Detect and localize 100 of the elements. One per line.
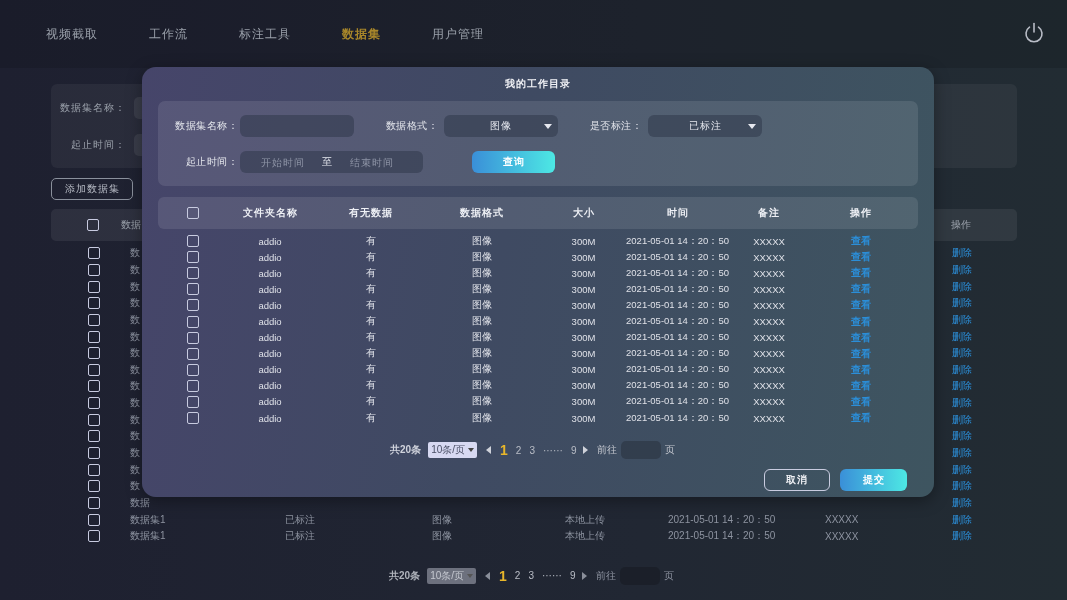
view-link[interactable]: 查看 — [851, 282, 871, 297]
checkbox[interactable] — [186, 412, 199, 425]
field-label: 起止时间： — [70, 137, 126, 152]
delete-link[interactable]: 删除 — [952, 330, 972, 342]
delete-link[interactable]: 删除 — [952, 430, 972, 442]
page-size-select[interactable]: 10条/页 — [427, 567, 477, 584]
view-link[interactable]: 查看 — [851, 250, 871, 265]
annotation-select[interactable]: 已标注 — [648, 115, 762, 137]
power-icon[interactable] — [1023, 22, 1045, 44]
submit-button[interactable]: 提交 — [840, 469, 907, 492]
checkbox[interactable] — [87, 513, 100, 526]
view-link[interactable]: 查看 — [851, 330, 871, 345]
nav-tab[interactable]: 数据集 — [342, 25, 381, 43]
page-number[interactable]: 3 — [529, 444, 535, 456]
checkbox[interactable] — [186, 363, 199, 376]
page-number[interactable]: 2 — [514, 570, 521, 582]
table-cell: 数 — [130, 297, 140, 309]
checkbox[interactable] — [87, 263, 100, 276]
checkbox[interactable] — [87, 330, 100, 343]
checkbox[interactable] — [186, 267, 199, 280]
checkbox[interactable] — [87, 363, 100, 376]
checkbox[interactable] — [87, 397, 100, 410]
page-size-select[interactable]: 10条/页 — [428, 442, 478, 459]
right-arrow-icon[interactable] — [581, 571, 587, 580]
checkbox[interactable] — [87, 530, 100, 543]
checkbox[interactable] — [186, 379, 199, 392]
view-link[interactable]: 查看 — [851, 314, 871, 329]
delete-link[interactable]: 删除 — [952, 280, 972, 292]
checkbox[interactable] — [87, 313, 100, 326]
page-number[interactable]: ······ — [542, 444, 563, 456]
checkbox[interactable] — [186, 331, 199, 344]
left-arrow-icon[interactable] — [486, 446, 492, 455]
query-button[interactable]: 查询 — [472, 151, 555, 173]
delete-link[interactable]: 删除 — [952, 513, 972, 525]
page-number[interactable]: 9 — [570, 444, 577, 456]
delete-link[interactable]: 删除 — [952, 363, 972, 375]
checkbox[interactable] — [87, 380, 100, 393]
checkbox[interactable] — [186, 207, 199, 219]
delete-link[interactable]: 删除 — [952, 380, 972, 392]
page-number[interactable]: 3 — [528, 570, 534, 582]
checkbox[interactable] — [87, 297, 100, 310]
delete-link[interactable]: 删除 — [952, 413, 972, 425]
page-number[interactable]: 9 — [569, 570, 576, 582]
checkbox[interactable] — [87, 480, 100, 493]
add-dataset-button[interactable]: 添加数据集 — [51, 178, 133, 200]
table-cell: 数据 — [130, 496, 150, 508]
checkbox[interactable] — [186, 251, 199, 264]
checkbox[interactable] — [87, 347, 100, 360]
caret-icon — [468, 448, 475, 453]
checkbox[interactable] — [87, 219, 99, 231]
checkbox[interactable] — [87, 463, 100, 476]
checkbox[interactable] — [87, 280, 100, 293]
checkbox[interactable] — [87, 496, 100, 509]
delete-link[interactable]: 删除 — [952, 263, 972, 275]
nav-tab[interactable]: 用户管理 — [432, 25, 484, 43]
start-date-input[interactable]: 开始时间 — [246, 155, 320, 169]
checkbox[interactable] — [87, 247, 100, 260]
nav-tab[interactable]: 工作流 — [149, 25, 188, 43]
format-select[interactable]: 图像 — [444, 115, 558, 137]
delete-link[interactable]: 删除 — [952, 247, 972, 259]
view-link[interactable]: 查看 — [851, 346, 871, 361]
delete-link[interactable]: 删除 — [952, 297, 972, 309]
view-link[interactable]: 查看 — [851, 362, 871, 377]
nav-tab[interactable]: 视频截取 — [46, 25, 98, 43]
cancel-button[interactable]: 取消 — [764, 469, 830, 492]
view-link[interactable]: 查看 — [851, 395, 871, 409]
checkbox[interactable] — [186, 299, 199, 312]
page-number[interactable]: ······ — [541, 570, 562, 582]
delete-link[interactable]: 删除 — [952, 480, 972, 492]
checkbox[interactable] — [87, 447, 100, 459]
delete-link[interactable]: 删除 — [952, 397, 972, 409]
delete-link[interactable]: 删除 — [952, 347, 972, 359]
delete-link[interactable]: 删除 — [952, 530, 972, 542]
column-header: 时间 — [666, 206, 689, 220]
view-link[interactable]: 查看 — [851, 378, 871, 393]
left-arrow-icon[interactable] — [485, 571, 491, 580]
view-link[interactable]: 查看 — [851, 298, 871, 313]
input-field[interactable] — [240, 115, 354, 137]
checkbox[interactable] — [186, 283, 199, 296]
page-number[interactable]: 1 — [499, 567, 507, 584]
checkbox[interactable] — [186, 396, 199, 408]
delete-link[interactable]: 删除 — [952, 447, 972, 458]
delete-link[interactable]: 删除 — [952, 463, 972, 475]
right-arrow-icon[interactable] — [582, 446, 588, 455]
delete-link[interactable]: 删除 — [952, 496, 972, 508]
page-number[interactable]: 2 — [515, 444, 522, 456]
view-link[interactable]: 查看 — [851, 234, 871, 249]
view-link[interactable]: 查看 — [851, 266, 871, 281]
nav-tab[interactable]: 标注工具 — [239, 25, 291, 43]
checkbox[interactable] — [186, 235, 199, 248]
checkbox[interactable] — [87, 413, 100, 426]
checkbox[interactable] — [87, 430, 100, 443]
checkbox[interactable] — [186, 347, 199, 360]
page-number[interactable]: 1 — [500, 442, 508, 459]
table-cell: XXXXX — [753, 380, 785, 392]
delete-link[interactable]: 删除 — [952, 313, 972, 325]
checkbox[interactable] — [186, 315, 199, 328]
table-cell: addio — [258, 316, 282, 327]
end-date-input[interactable]: 结束时间 — [335, 155, 409, 169]
view-link[interactable]: 查看 — [851, 411, 871, 426]
